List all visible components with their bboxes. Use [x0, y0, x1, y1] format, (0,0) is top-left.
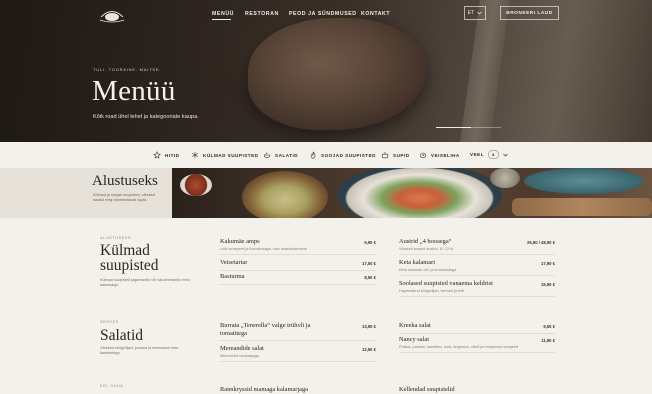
menu-item[interactable]: Soolased suupisted vanaema keldrist Hape… [399, 280, 555, 297]
more-label: VEEL [470, 152, 484, 157]
beef-icon [419, 152, 427, 159]
banner-title: Alustuseks [92, 173, 158, 189]
flame-icon [310, 151, 316, 159]
hero-progress-active [436, 127, 471, 128]
nav-menu[interactable]: MENÜÜ [212, 11, 234, 17]
section-description: Värsked köögiviljad, juustud ja meresann… [100, 346, 179, 355]
hero-kicker: TULI. TOORAINE. MAITSE. [93, 67, 162, 72]
section-kicker: ALUSTUSEKS [100, 236, 132, 240]
menu-item[interactable]: Basturma 8,50 € [220, 273, 376, 285]
page-title: Menüü [92, 75, 176, 107]
nav-restaurant[interactable]: RESTORAN [245, 11, 279, 17]
hero-progress-track [471, 127, 501, 128]
nav-contact[interactable]: KONTAKT [361, 11, 390, 17]
category-beef[interactable]: VEISELIHA [419, 151, 460, 159]
menu-item[interactable]: Austrid „4 hooaega“ Värskelt avatud aust… [399, 238, 555, 255]
logo-crest-icon [99, 11, 125, 23]
nav-active-underline [212, 19, 231, 20]
menu-item[interactable]: Veisetartar 17,50 € [220, 259, 376, 271]
language-value: ET [467, 10, 475, 16]
category-label: SALATID [275, 152, 299, 158]
category-hot-starters[interactable]: SOOJAD SUUPISTED [309, 151, 376, 159]
category-label: SOOJAD SUUPISTED [321, 152, 376, 158]
more-categories-button[interactable]: VEEL 8 [470, 150, 508, 159]
menu-item[interactable]: Rannkryssid mamaga kalamarjaga [220, 386, 376, 394]
banner-food-image [172, 168, 652, 218]
menu-item[interactable]: Nancy salat Poltiva, pastalo, kanafileo,… [399, 336, 555, 353]
salad-bowl-icon [263, 152, 271, 159]
menu-item[interactable]: Burrata „Tenerella“ valge trühvli ja tom… [220, 322, 376, 342]
menu-item[interactable]: Kakumäe amps Leib suvepeeti ja kurudkraa… [220, 238, 376, 255]
category-label: HITID [165, 152, 180, 158]
more-count-badge: 8 [488, 150, 499, 159]
banner-text: Külmad ja soojad suupisted, värsked sala… [93, 193, 155, 202]
chevron-down-icon [477, 11, 482, 15]
chevron-down-icon [503, 153, 508, 156]
menu-item[interactable]: Keta kalamari Keta kalamari võir ja kruu… [399, 259, 555, 276]
category-label: VEISELIHA [431, 152, 460, 158]
hero-subtitle: Kõik road ühel lehel ja kategooriate kau… [93, 114, 199, 120]
section-title: Külmad suupisted [100, 242, 159, 274]
category-hits[interactable]: HITID [153, 151, 180, 159]
menu-item[interactable]: Kellendad suupistelid [399, 386, 555, 394]
category-soups[interactable]: SUPID [381, 151, 410, 159]
section-kicker: EEL SUUA [100, 384, 124, 388]
language-select[interactable]: ET [464, 6, 486, 20]
category-salads[interactable]: SALATID [263, 151, 298, 159]
book-table-button[interactable]: BRONEERI LAUD [500, 6, 559, 20]
soup-pot-icon [381, 152, 389, 159]
nav-events[interactable]: PEOD JA SÜNDMUSED [289, 11, 357, 17]
category-label: SUPID [393, 152, 410, 158]
section-kicker: SERVEE [100, 320, 119, 324]
section-description: Külmad suupisted jagamiseks või naudinmi… [100, 278, 190, 287]
snowflake-icon [192, 151, 198, 159]
menu-item[interactable]: Kreeka salat 9,50 € [399, 322, 555, 334]
section-title: Salatid [100, 327, 144, 344]
menu-item[interactable]: Mereandide salat Mereandid suvikaspiga 1… [220, 345, 376, 362]
category-label: KÜLMAD SUUPISTED [203, 152, 259, 158]
category-cold-starters[interactable]: KÜLMAD SUUPISTED [191, 151, 258, 159]
star-icon [153, 151, 161, 159]
restaurant-logo[interactable] [97, 5, 127, 25]
